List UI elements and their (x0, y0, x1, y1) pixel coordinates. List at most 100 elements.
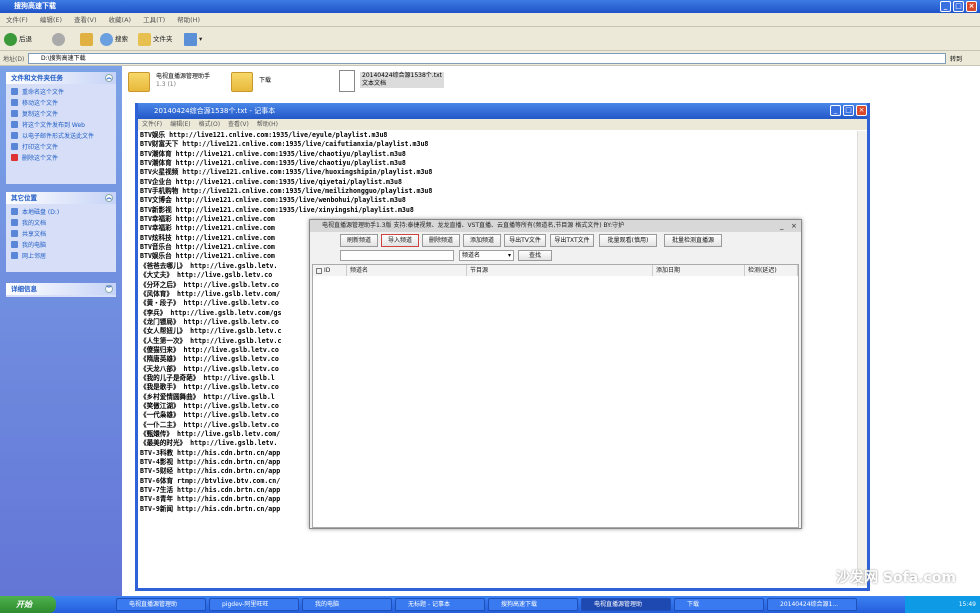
export-tv-button[interactable]: 导出TV文件 (504, 234, 546, 247)
menu-view[interactable]: 查看(V) (224, 119, 253, 130)
taskbar-item[interactable]: 无标题 - 记事本 (395, 598, 485, 611)
collapse-chevron-icon[interactable]: ︽ (105, 194, 113, 202)
minimize-button[interactable]: _ (780, 220, 784, 232)
search-button[interactable]: 搜索 (100, 31, 128, 47)
close-button[interactable]: × (966, 1, 977, 12)
file-item-label[interactable]: 20140424综合源1538个.txt 文本文档 (360, 72, 444, 88)
watermark-logo: 沙发网 Sofa.com (836, 570, 956, 586)
taskbar-item[interactable]: 搜狗高速下载 (488, 598, 578, 611)
search-field-select[interactable]: 频道名 ▾ (459, 250, 514, 261)
back-button[interactable]: 后退 (4, 31, 32, 47)
minimize-button[interactable]: _ (830, 105, 841, 116)
go-button[interactable]: 转到 (950, 54, 962, 63)
minimize-button[interactable]: _ (940, 1, 951, 12)
address-input[interactable]: D:\搜狗高速下载 (28, 53, 946, 64)
menu-tools[interactable]: 工具(T) (137, 13, 171, 27)
menu-favorites[interactable]: 收藏(A) (103, 13, 138, 27)
menu-help[interactable]: 帮助(H) (253, 119, 282, 130)
file-tasks-header[interactable]: 文件和文件夹任务 ︽ (6, 72, 116, 84)
menu-file[interactable]: 文件(F) (0, 13, 34, 27)
expand-chevron-icon[interactable]: ︾ (105, 285, 113, 293)
batch-check-button[interactable]: 批量检测直播源 (664, 234, 722, 247)
text-line: BTV文博会 http://live121.cnlive.com:1935/li… (140, 196, 406, 205)
column-header-date[interactable]: 添加日期 (653, 265, 745, 276)
dialog-title-bar: 电视直播源管理助手1.3版 支持:泰捷视频、龙龙直播、VST直播、云直播等所有(… (310, 220, 801, 232)
batch-watch-button[interactable]: 批量观看(慎用) (599, 234, 657, 247)
menu-view[interactable]: 查看(V) (68, 13, 103, 27)
close-button[interactable]: × (856, 105, 867, 116)
notepad-title-bar: 20140424综合源1538个.txt - 记事本 _ □ × (138, 103, 867, 119)
text-file-icon[interactable] (339, 70, 355, 92)
window-title: 搜狗高速下载 (14, 2, 56, 10)
column-header-channel[interactable]: 频道名 (347, 265, 467, 276)
export-txt-button[interactable]: 导出TXT文件 (550, 234, 594, 247)
text-line: BTV企业台 http://live121.cnlive.com:1935/li… (140, 177, 402, 186)
details-header[interactable]: 详细信息 ︾ (6, 283, 116, 295)
close-button[interactable]: × (791, 220, 797, 232)
folder-icon[interactable] (128, 72, 150, 92)
taskbar-item[interactable]: 我的电脑 (302, 598, 392, 611)
live-source-manager-dialog: 电视直播源管理助手1.3版 支持:泰捷视频、龙龙直播、VST直播、云直播等所有(… (309, 219, 802, 529)
menu-format[interactable]: 格式(O) (195, 119, 224, 130)
folder-icon[interactable] (231, 72, 253, 92)
place-my-documents[interactable]: 我的文档 (6, 218, 116, 229)
start-button[interactable]: 开始 (0, 596, 56, 613)
folder-icon (138, 32, 151, 46)
toolbar: 后退 搜索 文件夹 ▾ (0, 27, 980, 51)
up-folder-icon (80, 32, 93, 46)
task-email[interactable]: 以电子邮件形式发送此文件 (6, 131, 116, 142)
file-tasks-panel: 文件和文件夹任务 ︽ 重命名这个文件 移动这个文件 复制这个文件 将这个文件发布到… (6, 72, 116, 184)
task-rename[interactable]: 重命名这个文件 (6, 87, 116, 98)
address-label: 地址(D) (3, 56, 25, 63)
task-print[interactable]: 打印这个文件 (6, 142, 116, 153)
menu-help[interactable]: 帮助(H) (171, 13, 206, 27)
task-publish-web[interactable]: 将这个文件发布到 Web (6, 120, 116, 131)
collapse-chevron-icon[interactable]: ︽ (105, 74, 113, 82)
search-input[interactable] (340, 250, 454, 261)
column-header-id[interactable]: ID (313, 265, 347, 276)
taskbar-item[interactable]: 下载 (674, 598, 764, 611)
forward-arrow-icon (52, 32, 65, 46)
task-move[interactable]: 移动这个文件 (6, 98, 116, 109)
add-channel-button[interactable]: 添加频道 (463, 234, 501, 247)
forward-button[interactable] (52, 31, 67, 47)
file-item-label[interactable]: 电视直播源管理助手 1.3 (1) (156, 73, 210, 89)
find-button[interactable]: 查找 (518, 250, 552, 261)
task-delete[interactable]: 删除这个文件 (6, 153, 116, 164)
refresh-channels-button[interactable]: 刷新频道 (340, 234, 378, 247)
other-places-header[interactable]: 其它位置 ︽ (6, 192, 116, 204)
taskbar-item[interactable]: 电视直播源管理助 (581, 598, 671, 611)
notepad-menu: 文件(F) 编辑(E) 格式(O) 查看(V) 帮助(H) (138, 119, 867, 130)
chevron-down-icon: ▾ (507, 252, 511, 259)
menu-edit[interactable]: 编辑(E) (166, 119, 194, 130)
place-my-computer[interactable]: 我的电脑 (6, 240, 116, 251)
taskbar: 开始 电视直播源管理助 pigdev-阿里旺旺 我的电脑 无标题 - 记事本 搜… (0, 596, 980, 613)
vertical-scrollbar[interactable] (857, 131, 867, 586)
select-all-checkbox[interactable] (316, 267, 322, 274)
explorer-title-bar: 搜狗高速下载 _ □ × (0, 0, 980, 13)
column-header-source[interactable]: 节目源 (467, 265, 653, 276)
delete-channels-button[interactable]: 删除频道 (422, 234, 460, 247)
text-line: BTV财富天下 http://live121.cnlive.com:1935/l… (140, 140, 429, 149)
file-item-label[interactable]: 下载 (259, 77, 271, 85)
task-copy[interactable]: 复制这个文件 (6, 109, 116, 120)
menu-edit[interactable]: 编辑(E) (34, 13, 68, 27)
views-button[interactable]: ▾ (184, 31, 202, 47)
text-line: BTV火星视频 http://live121.cnlive.com:1935/l… (140, 168, 433, 177)
channel-table[interactable]: ID 频道名 节目源 添加日期 检测(延迟) (312, 264, 799, 528)
place-network[interactable]: 网上邻居 (6, 251, 116, 262)
text-line: BTV潮体育 http://live121.cnlive.com:1935/li… (140, 149, 406, 158)
import-channels-button[interactable]: 导入频道 (381, 234, 419, 247)
folders-button[interactable]: 文件夹 (138, 31, 173, 47)
maximize-button[interactable]: □ (953, 1, 964, 12)
taskbar-item[interactable]: pigdev-阿里旺旺 (209, 598, 299, 611)
maximize-button[interactable]: □ (843, 105, 854, 116)
up-folder-button[interactable] (80, 31, 95, 47)
place-shared-documents[interactable]: 共享文档 (6, 229, 116, 240)
task-pane: 文件和文件夹任务 ︽ 重命名这个文件 移动这个文件 复制这个文件 将这个文件发布到… (0, 66, 122, 596)
menu-file[interactable]: 文件(F) (138, 119, 166, 130)
text-line: BTV新影视 http://live121.cnlive.com:1935/li… (140, 205, 414, 214)
column-header-check[interactable]: 检测(延迟) (745, 265, 798, 276)
place-local-disk[interactable]: 本地磁盘 (D:) (6, 207, 116, 218)
taskbar-item[interactable]: 电视直播源管理助 (116, 598, 206, 611)
